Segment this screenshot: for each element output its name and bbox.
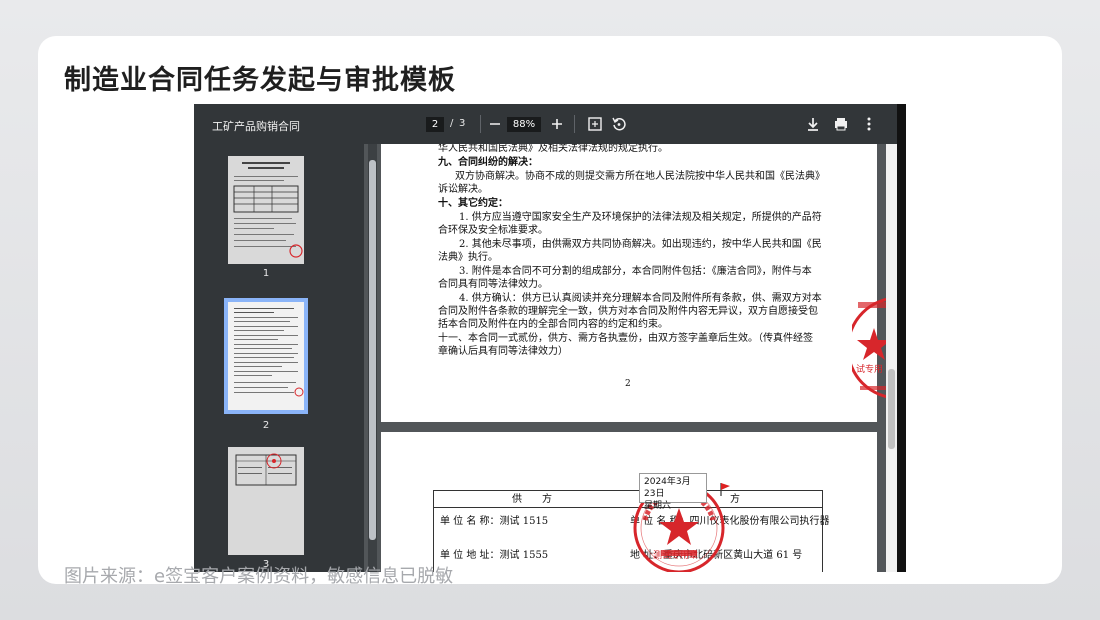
sidebar-scroll-thumb[interactable]	[369, 160, 376, 540]
text-line: 括本合同及附件在内的全部合同内容的约定和约束。	[438, 319, 668, 330]
weekday-text: 星期六	[644, 501, 672, 511]
page-separator: /	[450, 118, 454, 129]
stamp-text: 测试专用章	[653, 551, 699, 561]
page-number: 2	[625, 379, 631, 389]
slide-title: 制造业合同任务发起与审批模板	[64, 65, 456, 96]
document-title: 工矿产品购销合同	[212, 120, 300, 133]
plus-icon[interactable]	[546, 113, 568, 135]
document-scrollbar[interactable]	[886, 144, 897, 572]
sidebar-scrollbar[interactable]	[368, 144, 377, 572]
text-line: 3. 附件是本合同不可分割的组成部分，本合同附件包括：《廉洁合同》，附件与本	[459, 266, 812, 277]
text-line: 十一、本合同一式贰份，供方、需方各执壹份，由双方签字盖章后生效。（传真件经签	[438, 333, 813, 344]
pdf-viewer: 工矿产品购销合同 2 / 3 88% 1 2 3 华人民共和国民法典》及相关法律…	[194, 104, 906, 572]
document-area: 华人民共和国民法典》及相关法律法规的规定执行。 九、合同纠纷的解决： 双方协商解…	[377, 144, 892, 572]
document-page-3: 供 方 方 单 位 名 称：测试 1515 单 位 名 称：四川仪表化股份有限公…	[381, 432, 877, 572]
flag-icon[interactable]	[718, 481, 732, 497]
thumbnail-sidebar: 1 2 3	[194, 144, 364, 572]
text-line: 法典》执行。	[438, 252, 498, 263]
document-page-2: 华人民共和国民法典》及相关法律法规的规定执行。 九、合同纠纷的解决： 双方协商解…	[381, 144, 877, 422]
slide-card: 制造业合同任务发起与审批模板 工矿产品购销合同 2 / 3 88% 1 2 3 …	[38, 36, 1062, 584]
thumbnail-label-2: 2	[262, 420, 270, 431]
more-vert-icon[interactable]	[858, 113, 880, 135]
signature-table: 供 方 方 单 位 名 称：测试 1515 单 位 名 称：四川仪表化股份有限公…	[433, 490, 830, 572]
zoom-input[interactable]: 88%	[507, 117, 541, 132]
side-seal-text: 试专用	[856, 365, 884, 375]
section-heading: 九、合同纠纷的解决：	[438, 157, 538, 168]
section-heading: 十、其它约定：	[438, 198, 508, 209]
page-total: 3	[459, 118, 466, 129]
text-line: 华人民共和国民法典》及相关法律法规的规定执行。	[438, 144, 668, 154]
text-line: 章确认后具有同等法律效力）	[438, 346, 568, 357]
rotate-icon[interactable]	[608, 113, 630, 135]
print-icon[interactable]	[830, 113, 852, 135]
source-note: 图片来源：e签宝客户案例资料，敏感信息已脱敏	[64, 566, 454, 587]
text-line: 合同具有同等法律效力。	[438, 279, 548, 290]
text-line: 双方协商解决。协商不成的则提交需方所在地人民法院按中华人民共和国《民法典》	[455, 171, 825, 182]
date-popup: 2024年3月23日 星期六	[639, 473, 707, 511]
thumbnail-page-2[interactable]	[224, 298, 308, 414]
window-edge	[897, 104, 906, 572]
fit-page-icon[interactable]	[584, 113, 606, 135]
text-line: 1. 供方应当遵守国家安全生产及环境保护的法律法规及相关规定，所提供的产品符	[459, 212, 822, 223]
text-line: 合环保及安全标准要求。	[438, 225, 548, 236]
text-line: 诉讼解决。	[438, 184, 488, 195]
pdf-toolbar: 工矿产品购销合同 2 / 3 88%	[194, 104, 906, 144]
supplier-name: 单 位 名 称：测试 1515	[440, 516, 549, 527]
text-line: 2. 其他未尽事项，由供需双方共同协商解决。如出现违约，按中华人民共和国《民	[459, 239, 822, 250]
date-text: 2024年3月23日	[644, 477, 691, 499]
toolbar-divider	[480, 115, 481, 133]
document-scroll-thumb[interactable]	[888, 369, 895, 449]
supplier-header: 供 方	[512, 494, 552, 505]
text-line: 4. 供方确认：供方已认真阅读并充分理解本合同及附件所有条款，供、需双方对本	[459, 293, 822, 304]
supplier-address: 单 位 地 址：测试 1555	[440, 550, 549, 561]
thumbnail-label-1: 1	[262, 268, 270, 279]
toolbar-divider	[574, 115, 575, 133]
download-icon[interactable]	[802, 113, 824, 135]
page-number-input[interactable]: 2	[426, 117, 444, 132]
thumbnail-page-3[interactable]	[228, 447, 304, 555]
minus-icon[interactable]	[484, 113, 506, 135]
text-line: 合同及附件各条款的理解完全一致，供方对本合同及附件内容无异议，双方自愿接受包	[438, 306, 818, 317]
thumbnail-page-1[interactable]	[228, 156, 304, 264]
